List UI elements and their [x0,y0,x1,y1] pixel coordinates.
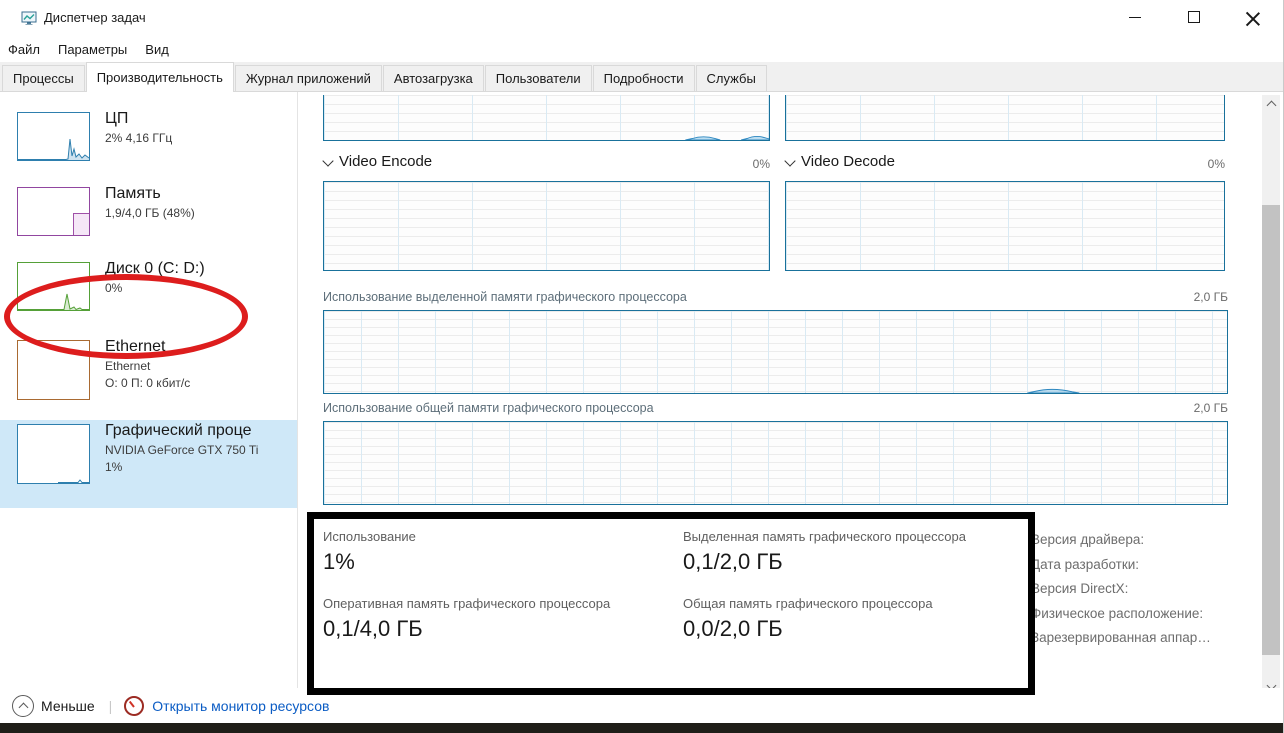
memory-mini-chart [17,187,90,236]
maximize-icon [1188,11,1200,23]
driver-date-label: Дата разработки: [1031,553,1246,578]
sidebar-item-ethernet[interactable]: Ethernet Ethernet О: 0 П: 0 кбит/с [0,336,297,418]
sidebar-memory-title: Память [105,185,295,203]
disk-mini-chart [17,262,90,311]
tab-processes[interactable]: Процессы [2,65,85,91]
performance-sidebar: ЦП 2% 4,16 ГГц Память 1,9/4,0 ГБ (48%) Д… [0,92,297,688]
open-resource-monitor-link[interactable]: Открыть монитор ресурсов [124,696,329,716]
chevron-down-icon [784,155,795,166]
fewer-details-label: Меньше [41,698,95,714]
maximize-button[interactable] [1171,0,1217,34]
open-resource-monitor-label: Открыть монитор ресурсов [152,698,329,714]
minimize-button[interactable] [1112,0,1158,34]
sidebar-cpu-stats: 2% 4,16 ГГц [105,131,295,145]
sidebar-ethernet-name: Ethernet [105,359,295,373]
dedicated-mem-stat-value: 0,1/2,0 ГБ [683,549,783,575]
sidebar-ethernet-stats: О: 0 П: 0 кбит/с [105,376,295,390]
usage-label: Использование [323,529,416,544]
usage-value: 1% [323,549,355,575]
tab-bar: Процессы Производительность Журнал прило… [0,62,1283,92]
gpu-mini-chart [17,424,90,484]
menu-options[interactable]: Параметры [56,40,129,59]
window-title: Диспетчер задач [44,10,146,25]
shared-memory-chart [323,421,1228,505]
sidebar-item-memory[interactable]: Память 1,9/4,0 ГБ (48%) [0,183,297,253]
memory-usage-fill [73,213,89,235]
ethernet-mini-chart [17,340,90,400]
sidebar-item-cpu[interactable]: ЦП 2% 4,16 ГГц [0,108,297,178]
chevron-down-icon [322,155,333,166]
resource-monitor-gauge-icon [124,696,144,716]
task-manager-icon [21,10,37,31]
scrollbar-thumb[interactable] [1262,205,1280,655]
menu-view[interactable]: Вид [143,40,171,59]
sidebar-divider [297,92,298,688]
dedicated-memory-max: 2,0 ГБ [1194,290,1228,304]
sidebar-memory-stats: 1,9/4,0 ГБ (48%) [105,206,295,220]
close-button[interactable] [1230,0,1276,34]
menu-bar: Файл Параметры Вид [0,36,1283,62]
task-manager-window: Диспетчер задач Файл Параметры Вид Проце… [0,0,1284,733]
sidebar-gpu-name: NVIDIA GeForce GTX 750 Ti [105,443,295,457]
dedicated-memory-label: Использование выделенной памяти графичес… [323,290,687,304]
tab-app-history[interactable]: Журнал приложений [235,65,382,91]
physical-location-label: Физическое расположение: [1031,602,1246,627]
sidebar-cpu-title: ЦП [105,110,295,128]
sidebar-disk-title: Диск 0 (C: D:) [105,260,295,278]
video-decode-label: Video Decode [801,153,895,170]
chevron-up-icon [1266,100,1276,110]
video-encode-chart [323,181,770,271]
driver-version-label: Версия драйвера: [1031,528,1246,553]
video-decode-header: Video Decode 0% [785,153,1225,175]
sidebar-item-gpu[interactable]: Графический проце NVIDIA GeForce GTX 750… [0,420,297,508]
shared-memory-max: 2,0 ГБ [1194,401,1228,415]
video-decode-chart [785,181,1225,271]
chevron-up-circle-icon [12,695,34,717]
driver-info-column: Версия драйвера: Дата разработки: Версия… [1031,528,1246,651]
tab-users[interactable]: Пользователи [485,65,592,91]
tab-details[interactable]: Подробности [593,65,695,91]
tab-services[interactable]: Службы [696,65,767,91]
dedicated-memory-chart [323,310,1228,394]
cpu-mini-chart [17,112,90,161]
sidebar-disk-stats: 0% [105,281,295,295]
tab-startup[interactable]: Автозагрузка [383,65,484,91]
close-icon [1246,10,1260,24]
sidebar-ethernet-title: Ethernet [105,338,295,356]
reserved-hw-label: Зарезервированная аппар… [1031,626,1246,651]
gpu-ram-stat-value: 0,1/4,0 ГБ [323,616,423,642]
minimize-icon [1129,17,1141,18]
scroll-up-button[interactable] [1262,95,1280,112]
dedicated-memory-header: Использование выделенной памяти графичес… [323,290,1228,306]
shared-mem-stat-value: 0,0/2,0 ГБ [683,616,783,642]
title-bar: Диспетчер задач [0,0,1283,36]
directx-version-label: Версия DirectX: [1031,577,1246,602]
shared-mem-stat-label: Общая память графического процессора [683,596,933,611]
video-encode-value: 0% [753,157,770,171]
shared-memory-header: Использование общей памяти графического … [323,401,1228,417]
menu-file[interactable]: Файл [6,40,42,59]
dedicated-mem-stat-label: Выделенная память графического процессор… [683,529,966,544]
gpu-ram-stat-label: Оперативная память графического процессо… [323,596,610,611]
gpu-engine-chart-partial-right [785,95,1225,141]
desktop-edge-strip [0,723,1283,733]
shared-memory-label: Использование общей памяти графического … [323,401,654,415]
video-decode-value: 0% [1208,157,1225,171]
video-encode-header: Video Encode 0% [323,153,770,175]
video-encode-label: Video Encode [339,153,432,170]
status-separator: | [109,698,113,714]
vertical-scrollbar[interactable] [1262,95,1280,695]
fewer-details-button[interactable]: Меньше [12,695,95,717]
sidebar-gpu-stats: 1% [105,460,295,474]
tab-performance[interactable]: Производительность [86,62,234,92]
status-bar: Меньше | Открыть монитор ресурсов [0,688,1283,723]
gpu-engine-chart-partial-left [323,95,770,141]
sidebar-item-disk[interactable]: Диск 0 (C: D:) 0% [0,258,297,328]
sidebar-gpu-title: Графический проце [105,422,295,440]
